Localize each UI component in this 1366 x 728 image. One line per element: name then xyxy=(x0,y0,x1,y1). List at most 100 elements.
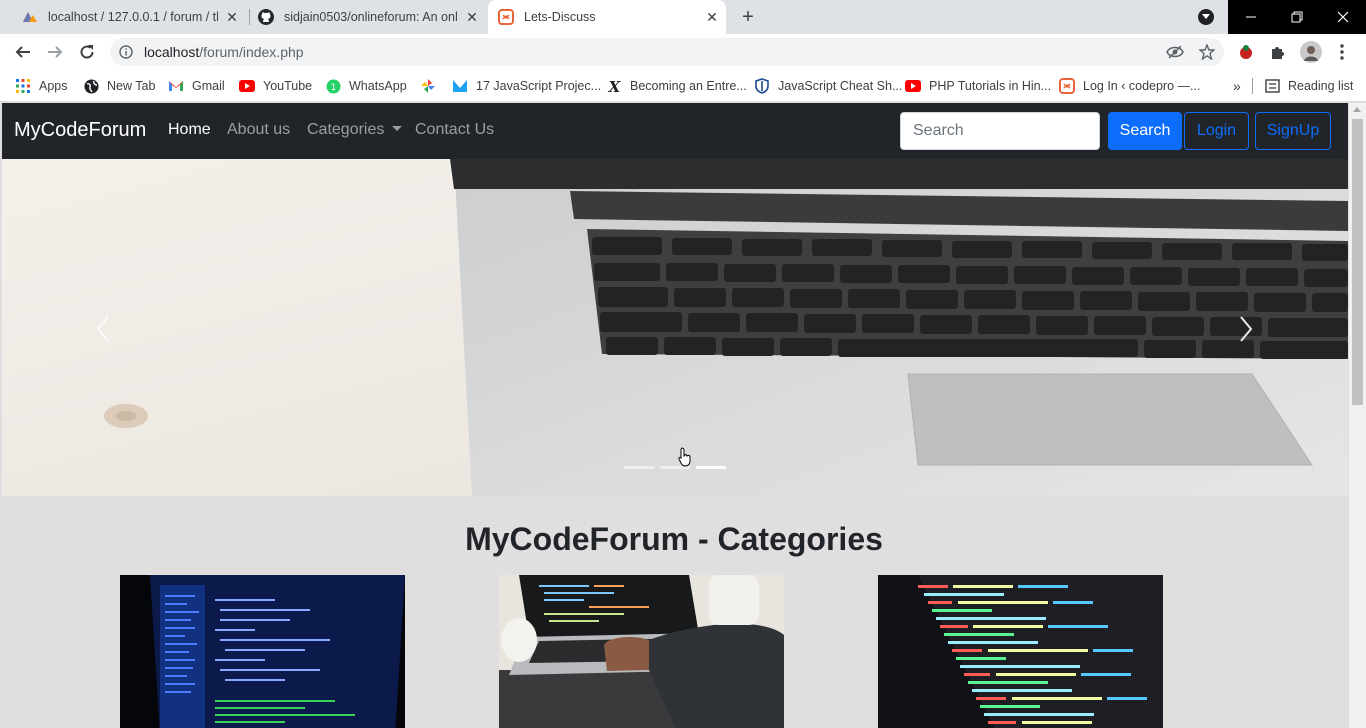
nav-categories-dropdown[interactable]: Categories xyxy=(307,121,403,139)
carousel-prev-button[interactable] xyxy=(88,309,118,349)
address-bar[interactable]: localhost/forum/index.php xyxy=(110,38,1224,66)
more-bookmarks-button[interactable]: » xyxy=(1233,76,1241,96)
chevron-right-icon xyxy=(1240,316,1253,342)
url-host: localhost xyxy=(144,44,200,60)
bookmark-label: Becoming an Entre... xyxy=(630,79,747,93)
phpmyadmin-icon xyxy=(22,9,38,25)
tab-strip: localhost / 127.0.0.1 / forum / th ✕ sid… xyxy=(0,0,1366,34)
carousel-indicator[interactable] xyxy=(624,466,654,469)
pinwheel-icon xyxy=(420,78,436,94)
mouse-cursor-icon xyxy=(678,447,691,467)
bookmark-gmail[interactable]: Gmail xyxy=(168,76,225,96)
codepro-icon xyxy=(498,9,514,25)
close-icon[interactable]: ✕ xyxy=(224,9,240,25)
avatar[interactable] xyxy=(1299,40,1323,64)
site-brand[interactable]: MyCodeForum xyxy=(14,119,146,142)
youtube-icon xyxy=(905,78,921,94)
page-viewport: MyCodeForum Home About us Categories Con… xyxy=(0,103,1366,728)
bookmark-entrepreneur[interactable]: X Becoming an Entre... xyxy=(606,76,747,96)
tab-separator xyxy=(249,9,250,25)
bookmark-pinwheel[interactable] xyxy=(420,76,444,96)
forward-icon[interactable] xyxy=(43,40,67,64)
bookmark-js-cheatsheet[interactable]: JavaScript Cheat Sh... xyxy=(754,76,902,96)
bookmark-label: Log In ‹ codepro —... xyxy=(1083,79,1201,93)
tab-lets-discuss[interactable]: Lets-Discuss ✕ xyxy=(488,0,726,34)
bookmark-label: Gmail xyxy=(192,79,225,93)
tab-github[interactable]: sidjain0503/onlineforum: An onli ✕ xyxy=(252,0,486,34)
vertical-scrollbar[interactable] xyxy=(1349,103,1366,728)
info-icon[interactable] xyxy=(118,44,134,60)
bookmark-php-tutorials[interactable]: PHP Tutorials in Hin... xyxy=(905,76,1051,96)
new-tab-button[interactable]: + xyxy=(738,7,758,27)
close-icon[interactable]: ✕ xyxy=(464,9,480,25)
carousel-indicators xyxy=(624,466,726,469)
bookmark-youtube[interactable]: YouTube xyxy=(239,76,312,96)
bookmark-whatsapp[interactable]: 1 WhatsApp xyxy=(325,76,407,96)
tab-phpmyadmin[interactable]: localhost / 127.0.0.1 / forum / th ✕ xyxy=(16,0,246,34)
bookmark-label: 17 JavaScript Projec... xyxy=(476,79,602,93)
hero-carousel xyxy=(2,159,1348,496)
youtube-icon xyxy=(239,78,255,94)
code-screen-image xyxy=(120,575,405,728)
bookmark-apps[interactable]: Apps xyxy=(15,76,68,96)
restore-icon[interactable] xyxy=(1274,0,1319,34)
categories-heading: MyCodeForum - Categories xyxy=(465,521,883,557)
category-card-image[interactable] xyxy=(120,575,405,728)
codepro-icon xyxy=(1059,78,1075,94)
nav-home[interactable]: Home xyxy=(168,121,211,139)
github-icon xyxy=(258,9,274,25)
back-icon[interactable] xyxy=(11,40,35,64)
nav-categories-label: Categories xyxy=(307,121,385,138)
signup-button[interactable]: SignUp xyxy=(1255,112,1331,150)
globe-icon xyxy=(83,78,99,94)
bookmark-label: WhatsApp xyxy=(349,79,407,93)
minimize-icon[interactable] xyxy=(1228,0,1273,34)
bookmarks-bar: Apps New Tab Gmail YouTube 1 WhatsApp 17… xyxy=(0,70,1366,102)
chevron-left-icon xyxy=(96,316,109,342)
scrollbar-thumb[interactable] xyxy=(1352,119,1363,405)
eye-off-icon[interactable] xyxy=(1163,40,1187,64)
svg-text:X: X xyxy=(607,79,621,94)
tab-search-icon[interactable] xyxy=(1198,9,1214,25)
close-window-icon[interactable] xyxy=(1320,0,1365,34)
scroll-up-arrow-icon[interactable] xyxy=(1353,107,1361,112)
svg-text:1: 1 xyxy=(330,83,336,93)
url-text: localhost/forum/index.php xyxy=(144,44,304,60)
tab-title: localhost / 127.0.0.1 / forum / th xyxy=(48,10,218,24)
reading-list-label: Reading list xyxy=(1288,79,1354,93)
reading-list-button[interactable]: Reading list xyxy=(1264,76,1353,96)
bookmark-codepro-login[interactable]: Log In ‹ codepro —... xyxy=(1059,76,1200,96)
close-icon[interactable]: ✕ xyxy=(704,9,720,25)
bookmark-js-projects[interactable]: 17 JavaScript Projec... xyxy=(452,76,601,96)
whatsapp-icon: 1 xyxy=(325,78,341,94)
laptop-typing-image xyxy=(499,575,784,728)
star-icon[interactable] xyxy=(1195,40,1219,64)
tab-title: Lets-Discuss xyxy=(524,10,596,24)
bookmark-icon xyxy=(452,78,468,94)
code-editor-image xyxy=(878,575,1163,728)
puzzle-icon[interactable] xyxy=(1266,40,1290,64)
reading-list-icon xyxy=(1264,78,1280,94)
bookmark-label: JavaScript Cheat Sh... xyxy=(778,79,903,93)
login-button[interactable]: Login xyxy=(1184,112,1249,150)
apps-icon xyxy=(15,78,31,94)
site-navbar: MyCodeForum Home About us Categories Con… xyxy=(2,103,1348,159)
category-card-image[interactable] xyxy=(499,575,784,728)
bookmark-separator xyxy=(1252,78,1253,94)
bookmark-new-tab[interactable]: New Tab xyxy=(83,76,155,96)
nav-contact[interactable]: Contact Us xyxy=(415,121,494,139)
tab-title: sidjain0503/onlineforum: An onli xyxy=(284,10,458,24)
carousel-next-button[interactable] xyxy=(1231,309,1261,349)
carousel-indicator-active[interactable] xyxy=(696,466,726,469)
bookmark-label: Apps xyxy=(39,79,68,93)
kebab-menu-icon[interactable] xyxy=(1330,40,1354,64)
browser-toolbar: localhost/forum/index.php xyxy=(0,34,1366,70)
reload-icon[interactable] xyxy=(75,40,99,64)
search-input[interactable] xyxy=(900,112,1100,150)
x-logo-icon: X xyxy=(606,78,622,94)
category-card-image[interactable] xyxy=(878,575,1163,728)
search-button[interactable]: Search xyxy=(1108,112,1182,150)
url-path: /forum/index.php xyxy=(199,44,304,60)
nav-about[interactable]: About us xyxy=(227,121,290,139)
extension-bug-icon[interactable] xyxy=(1234,40,1258,64)
